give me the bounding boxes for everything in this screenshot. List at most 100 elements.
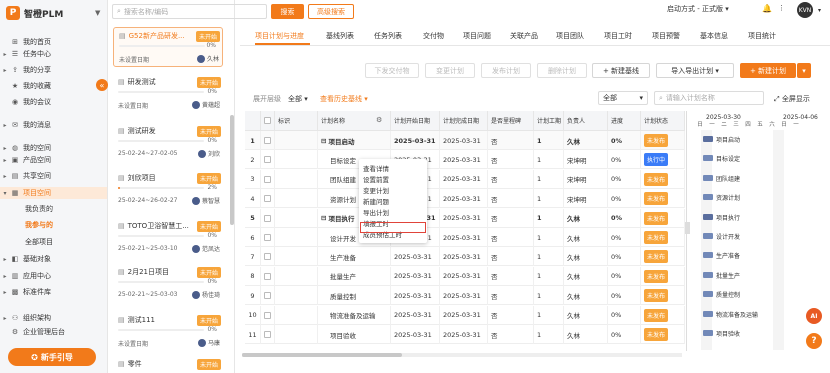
bell-icon[interactable]: 🔔 <box>762 4 772 13</box>
row-checkbox[interactable] <box>264 292 271 300</box>
advanced-search-button[interactable]: 高级搜索 <box>308 4 354 19</box>
sidebar-item-2[interactable]: ▸ ⇪ 我的分享 <box>0 64 107 76</box>
history-baseline-select[interactable]: 查看历史基线 ▾ <box>320 94 368 104</box>
chevron-down-icon[interactable]: ▼ <box>95 9 100 17</box>
plan-name[interactable]: 物流准备及运输 <box>318 305 391 325</box>
sidebar-item-14[interactable]: ⚙ 企业管理后台 <box>0 326 107 338</box>
sidebar-item-9[interactable]: ▾ ▦ 项目空间 <box>0 187 107 199</box>
more-icon[interactable]: ⋮ <box>778 4 785 12</box>
gantt-bar[interactable] <box>703 155 713 162</box>
context-menu-item-4[interactable]: 导出计划 <box>363 207 389 217</box>
tab-4[interactable]: 项目问题 <box>463 31 491 41</box>
tab-0[interactable]: 项目计划与进度 <box>255 31 304 41</box>
row-checkbox[interactable] <box>264 272 271 280</box>
fullscreen-button[interactable]: ⤢ 全屏显示 <box>774 94 810 104</box>
sidebar-sub-item-1[interactable]: 我参与的 <box>25 220 53 230</box>
sidebar-item-5[interactable]: ▸ ✉ 我的消息 <box>0 119 107 131</box>
context-menu-item-1[interactable]: 设置前置 <box>363 174 389 184</box>
row-checkbox-cell[interactable] <box>261 150 275 170</box>
tab-5[interactable]: 关联产品 <box>510 31 538 41</box>
sidebar-item-0[interactable]: ⊞ 我的首页 <box>0 36 107 48</box>
plan-name[interactable]: 批量生产 <box>318 266 391 286</box>
gantt-bar[interactable] <box>703 252 713 259</box>
ai-assistant-button[interactable]: AI <box>806 308 822 324</box>
select-all-checkbox[interactable] <box>264 117 271 124</box>
row-checkbox[interactable] <box>264 214 271 222</box>
gantt-bar[interactable] <box>703 194 713 201</box>
collapse-icon[interactable]: ⊟ <box>321 137 326 145</box>
row-checkbox-cell[interactable] <box>261 325 275 344</box>
table-row[interactable]: 11 项目验收 2025-03-31 2025-03-31 否 1 久林 0% 未发布 <box>245 325 685 344</box>
new-baseline-button[interactable]: + 新建基线 <box>592 63 650 78</box>
gantt-bar[interactable] <box>703 233 713 239</box>
sidebar-item-1[interactable]: ▸ ☰ 任务中心 <box>0 48 107 60</box>
filter-select[interactable]: 全部 ▾ <box>598 91 648 105</box>
sidebar-item-11[interactable]: ▸ ▥ 应用中心 <box>0 270 107 282</box>
tab-8[interactable]: 项目预警 <box>652 31 680 41</box>
plan-name[interactable]: 项目验收 <box>318 325 391 344</box>
table-row[interactable]: 5⊟项目执行2025-03-312025-03-31否1久林0%未发布 <box>245 208 685 228</box>
gantt-bar[interactable] <box>703 174 713 181</box>
plan-search-input[interactable]: ⌕ 请输入计划名称 <box>654 91 764 105</box>
table-row[interactable]: 9 质量控制 2025-03-31 2025-03-31 否 1 久林 0% 未发布 <box>245 286 685 306</box>
gantt-bar[interactable] <box>703 136 713 142</box>
help-button[interactable]: ? <box>806 333 822 349</box>
new-plan-dropdown[interactable]: ▾ <box>797 63 811 78</box>
sidebar-item-4[interactable]: ◉ 我的会议 <box>0 96 107 108</box>
row-checkbox[interactable] <box>264 311 271 319</box>
row-checkbox-cell[interactable] <box>261 228 275 247</box>
guide-button[interactable]: ✪ 新手引导 <box>8 348 96 366</box>
row-checkbox[interactable] <box>264 156 271 164</box>
gantt-bar[interactable] <box>703 310 713 317</box>
tab-2[interactable]: 任务列表 <box>374 31 402 41</box>
table-row[interactable]: 1 ⊟ 项目启动 2025-03-31 2025-03-31 否 1 久林 0% 未发布 <box>245 131 685 150</box>
table-row[interactable]: 3团队组建2025-03-312025-03-31否1宋坤明0%未发布 <box>245 169 685 189</box>
row-checkbox-cell[interactable] <box>261 208 275 228</box>
row-checkbox[interactable] <box>264 331 271 338</box>
table-row[interactable]: 7 生产准备 2025-03-31 2025-03-31 否 1 久林 0% 未发布 <box>245 247 685 267</box>
collapse-icon[interactable]: ⊟ <box>321 214 326 222</box>
gantt-bar[interactable] <box>703 271 713 278</box>
project-card[interactable]: ▤ TOTO卫浴智慧工... 未开始 0% 25-02-21~25-03-10 范凤达 <box>113 218 223 258</box>
sidebar-item-6[interactable]: ▸ ◍ 我的空间 <box>0 142 107 154</box>
row-checkbox[interactable] <box>264 234 271 241</box>
table-row[interactable]: 8 批量生产 2025-03-31 2025-03-31 否 1 久林 0% 未发布 <box>245 266 685 286</box>
tab-9[interactable]: 基本信息 <box>700 31 728 41</box>
row-checkbox-cell[interactable] <box>261 286 275 306</box>
context-menu-item-3[interactable]: 新建问题 <box>363 196 389 206</box>
gantt-bar[interactable] <box>703 291 713 298</box>
search-button[interactable]: 搜索 <box>271 4 304 19</box>
project-card[interactable]: ▤ 研发测试 未开始 0% 未设置日期 黄蕴超 <box>113 74 223 114</box>
row-checkbox[interactable] <box>264 253 271 261</box>
sidebar-item-12[interactable]: ▸ ▩ 标准件库 <box>0 286 107 298</box>
delete-plan-button[interactable]: 删除计划 <box>537 63 587 78</box>
table-row[interactable]: 4资源计划2025-03-312025-03-31否1宋坤明0%未发布 <box>245 189 685 209</box>
collapse-sidebar-button[interactable]: « <box>96 79 108 91</box>
row-checkbox-cell[interactable] <box>261 247 275 267</box>
search-input[interactable]: ⌕ 搜索名称/编码 <box>112 4 267 19</box>
scrollbar-thumb[interactable] <box>242 353 402 357</box>
sidebar-item-8[interactable]: ▸ ▤ 共享空间 <box>0 170 107 182</box>
import-export-button[interactable]: 导入导出计划 ▾ <box>656 63 734 78</box>
tab-3[interactable]: 交付物 <box>423 31 444 41</box>
project-list-scrollbar[interactable] <box>230 115 234 225</box>
row-checkbox[interactable] <box>264 195 271 203</box>
sidebar-item-7[interactable]: ▸ ▣ 产品空间 <box>0 154 107 166</box>
gantt-bar[interactable] <box>703 330 713 336</box>
table-row[interactable]: 10 物流准备及运输 2025-03-31 2025-03-31 否 1 久林 0% 未发布 <box>245 305 685 325</box>
publish-plan-button[interactable]: 发布计划 <box>481 63 531 78</box>
project-card[interactable]: ▤ 刘欣项目 未开始 2% 25-02-24~26-02-27 蔡智慧 <box>113 170 223 210</box>
row-checkbox[interactable] <box>264 175 271 183</box>
sidebar-sub-item-2[interactable]: 全部项目 <box>25 237 53 247</box>
project-card[interactable]: ▤ 2月21日项目 未开始 0% 25-02-21~25-03-03 杨佳琦 <box>113 264 223 304</box>
gear-icon[interactable]: ⚙ <box>376 116 382 124</box>
plan-name[interactable]: 质量控制 <box>318 286 391 306</box>
project-card[interactable]: ▤ 零件 未开始 <box>113 356 223 373</box>
deliver-button[interactable]: 下发交付物 <box>365 63 419 78</box>
project-card[interactable]: ▤ 测试研发 未开始 0% 25-02-24~27-02-05 刘欣 <box>113 123 223 163</box>
tab-10[interactable]: 项目统计 <box>748 31 776 41</box>
user-avatar[interactable]: KVN <box>797 2 813 18</box>
table-row[interactable]: 2目标设定2025-03-312025-03-31否1宋坤明0%执行中 <box>245 150 685 170</box>
table-row[interactable]: 6设计开发2025-03-312025-03-31否1久林0%未发布 <box>245 228 685 247</box>
gantt-bar[interactable] <box>703 213 713 220</box>
